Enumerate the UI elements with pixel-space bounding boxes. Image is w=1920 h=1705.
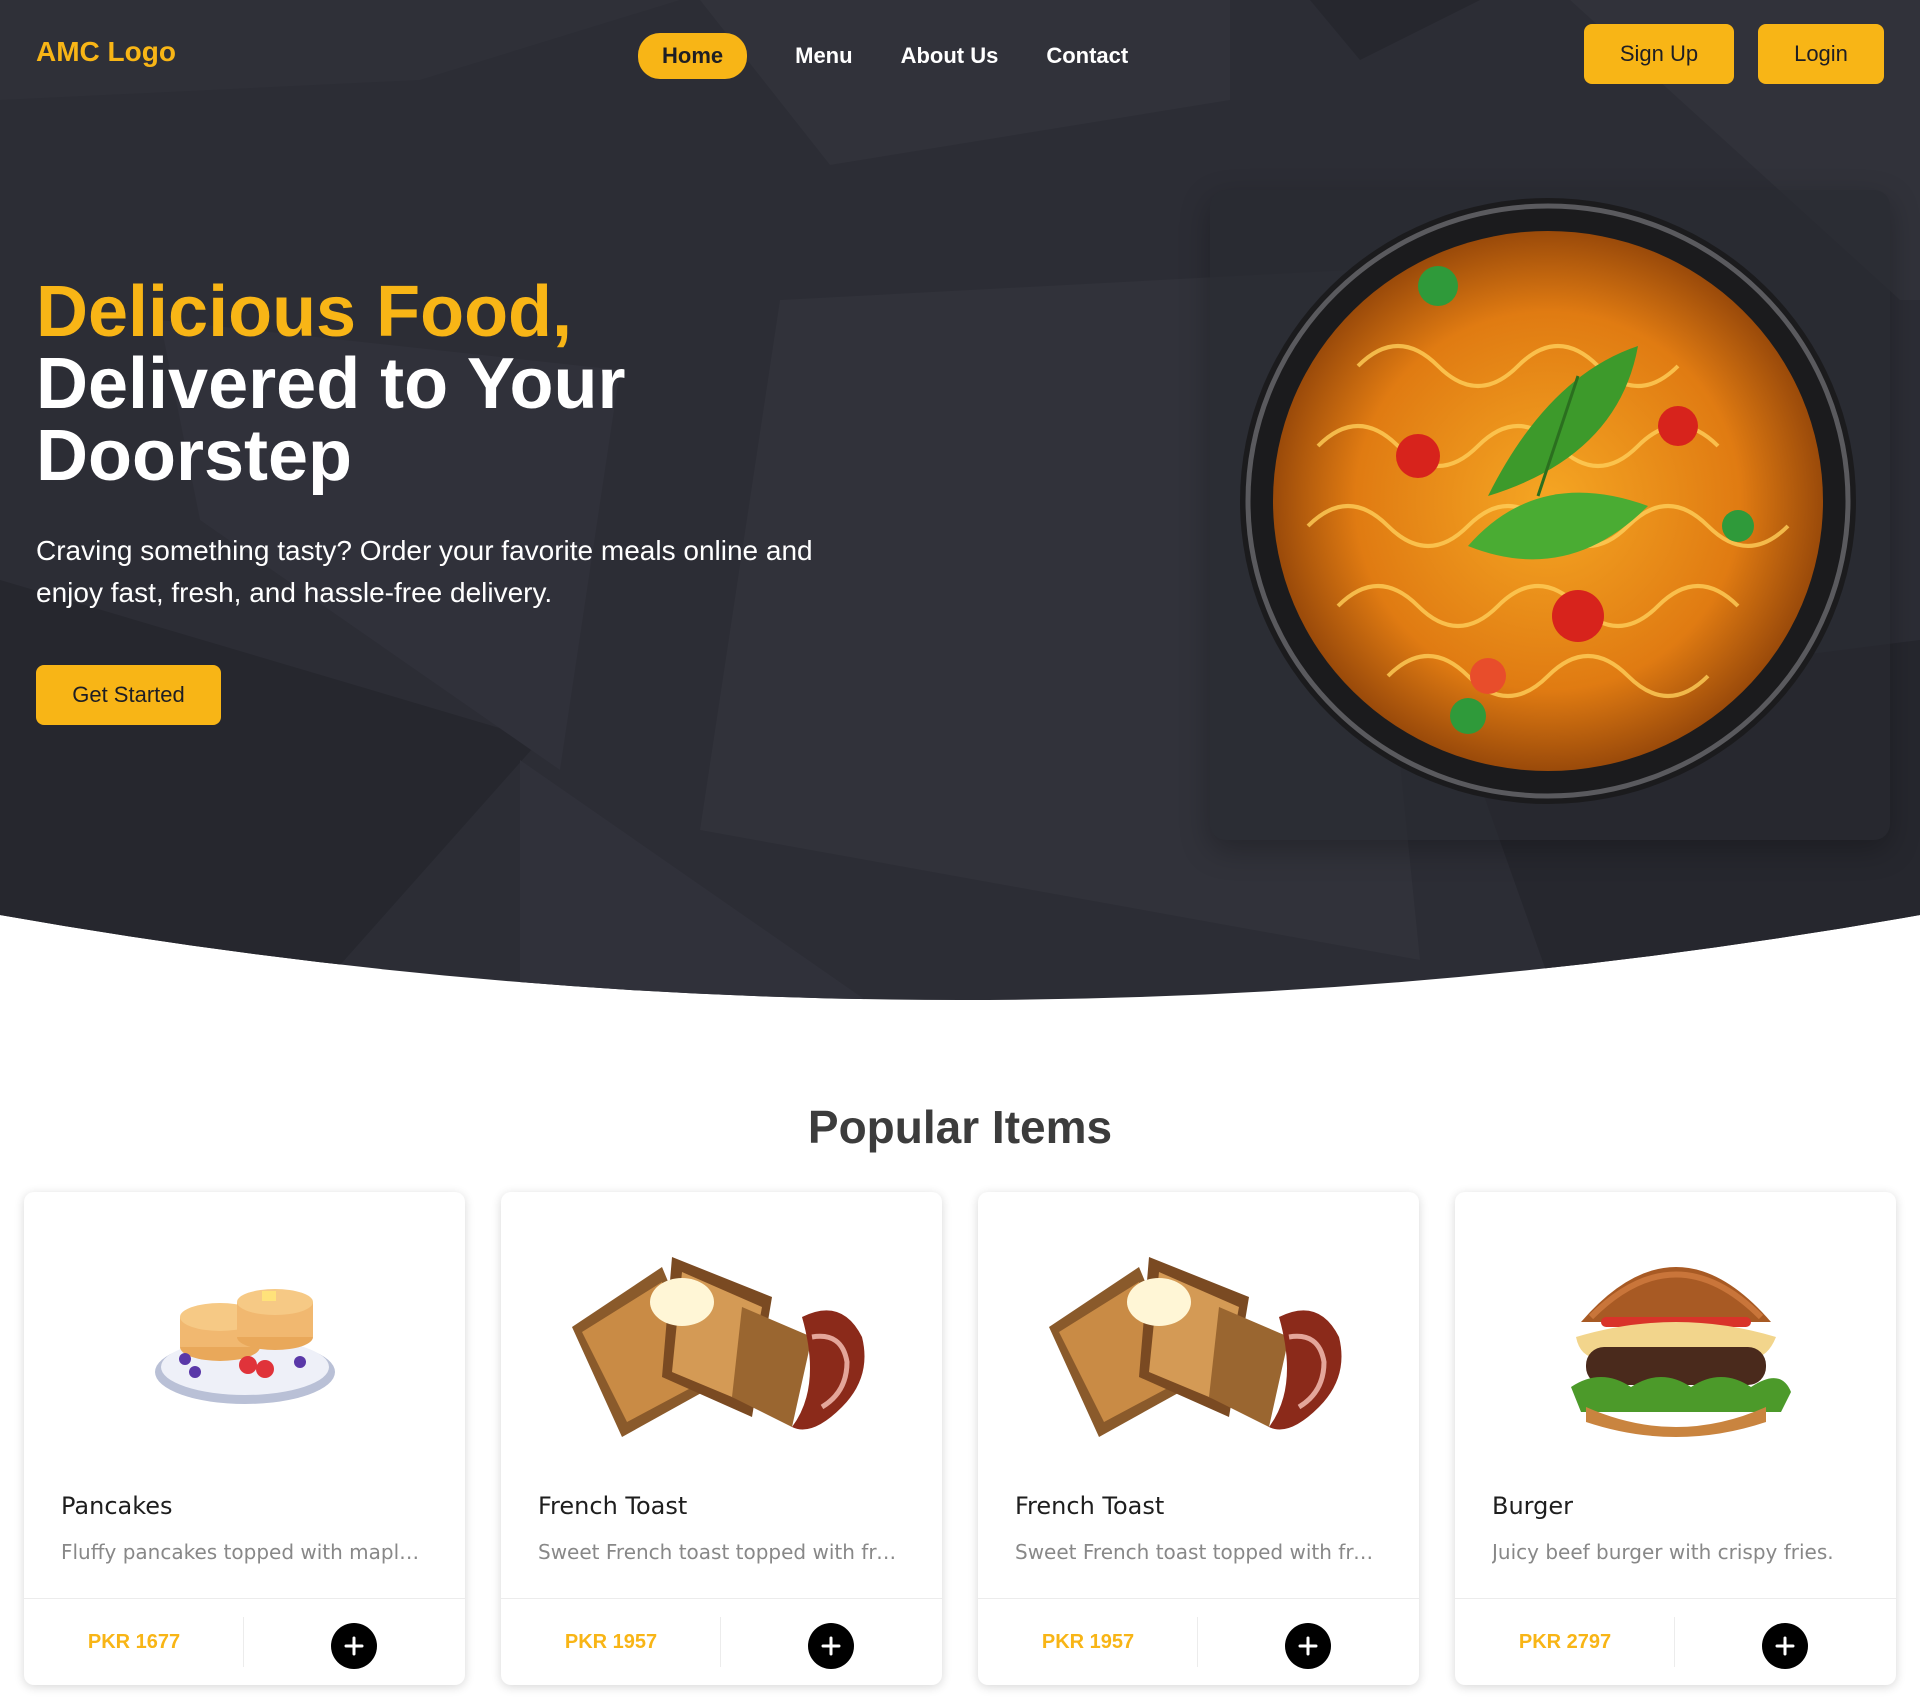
sign-up-button[interactable]: Sign Up xyxy=(1584,24,1734,84)
top-navbar: AMC Logo Home Menu About Us Contact Sign… xyxy=(0,0,1920,108)
brand-logo[interactable]: AMC Logo xyxy=(36,36,176,68)
menu-item-card[interactable]: French Toast Sweet French toast topped w… xyxy=(978,1192,1419,1685)
card-footer: PKR 2797 xyxy=(1455,1598,1896,1685)
plus-icon xyxy=(1298,1636,1318,1656)
add-to-cart-button[interactable] xyxy=(331,1623,377,1669)
get-started-button[interactable]: Get Started xyxy=(36,665,221,725)
item-price: PKR 1957 xyxy=(1041,1631,1135,1653)
item-description: Sweet French toast topped with fresh ... xyxy=(538,1540,908,1564)
french-toast-image xyxy=(541,1212,902,1462)
item-name: French Toast xyxy=(1015,1492,1165,1520)
pancakes-image xyxy=(64,1212,425,1462)
popular-items-list: Pancakes Fluffy pancakes topped with map… xyxy=(24,1192,1896,1685)
card-footer: PKR 1957 xyxy=(978,1598,1419,1685)
hero-title-line-2: Delivered to Your xyxy=(36,344,626,424)
hero-section: AMC Logo Home Menu About Us Contact Sign… xyxy=(0,0,1920,1010)
login-button[interactable]: Login xyxy=(1758,24,1884,84)
card-footer: PKR 1677 xyxy=(24,1598,465,1685)
hero-title-accent: Delicious Food, xyxy=(36,272,573,352)
nav-links: Home Menu About Us Contact xyxy=(638,33,1152,79)
menu-item-card[interactable]: Pancakes Fluffy pancakes topped with map… xyxy=(24,1192,465,1685)
plus-icon xyxy=(1775,1636,1795,1656)
item-description: Fluffy pancakes topped with maple sy... xyxy=(61,1540,431,1564)
add-to-cart-button[interactable] xyxy=(1285,1623,1331,1669)
hero-subtitle: Craving something tasty? Order your favo… xyxy=(36,535,813,608)
item-price: PKR 2797 xyxy=(1518,1631,1612,1653)
add-to-cart-button[interactable] xyxy=(808,1623,854,1669)
item-price: PKR 1957 xyxy=(564,1631,658,1653)
card-footer: PKR 1957 xyxy=(501,1598,942,1685)
nav-link-menu[interactable]: Menu xyxy=(771,33,876,79)
divider xyxy=(1197,1617,1198,1667)
plus-icon xyxy=(821,1636,841,1656)
nav-link-about-us[interactable]: About Us xyxy=(877,33,1023,79)
noodle-bowl-image xyxy=(1240,198,1856,804)
menu-item-card[interactable]: French Toast Sweet French toast topped w… xyxy=(501,1192,942,1685)
menu-item-card[interactable]: Burger Juicy beef burger with crispy fri… xyxy=(1455,1192,1896,1685)
french-toast-image xyxy=(1018,1212,1379,1462)
divider xyxy=(243,1617,244,1667)
divider xyxy=(1674,1617,1675,1667)
auth-buttons: Sign Up Login xyxy=(1584,24,1884,84)
item-description: Sweet French toast topped with fresh ... xyxy=(1015,1540,1385,1564)
item-price: PKR 1677 xyxy=(87,1631,181,1653)
nav-link-contact[interactable]: Contact xyxy=(1022,33,1152,79)
item-name: French Toast xyxy=(538,1492,688,1520)
popular-items-title: Popular Items xyxy=(807,1101,1113,1153)
hero-title-line-3: Doorstep xyxy=(36,416,353,496)
burger-image xyxy=(1495,1212,1856,1462)
item-description: Juicy beef burger with crispy fries. xyxy=(1492,1540,1834,1564)
nav-link-home[interactable]: Home xyxy=(638,33,748,79)
item-name: Pancakes xyxy=(61,1492,173,1520)
plus-icon xyxy=(344,1636,364,1656)
add-to-cart-button[interactable] xyxy=(1762,1623,1808,1669)
divider xyxy=(720,1617,721,1667)
hero-title: Delicious Food, Delivered to Your Doorst… xyxy=(36,276,626,492)
item-name: Burger xyxy=(1492,1492,1573,1520)
